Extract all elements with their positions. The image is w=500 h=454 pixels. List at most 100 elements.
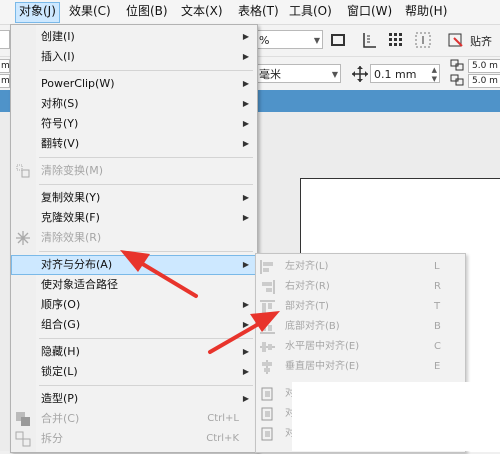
duplicate-x-field[interactable]: 5.0 m bbox=[468, 59, 500, 73]
submenu-arrow-icon: ▶ bbox=[242, 119, 249, 128]
align-right-icon bbox=[260, 280, 275, 294]
overlay-panel bbox=[292, 382, 500, 451]
left-combo[interactable] bbox=[0, 30, 10, 49]
menu-separator bbox=[39, 251, 253, 252]
menu-item-group[interactable]: 组合(G) ▶ bbox=[11, 315, 257, 335]
submenu-arrow-icon: ▶ bbox=[242, 394, 249, 403]
x-field[interactable]: m bbox=[0, 59, 10, 73]
zoom-value: % bbox=[259, 34, 270, 47]
chevron-down-icon: ▼ bbox=[331, 70, 338, 79]
menu-effects[interactable]: 效果(C) bbox=[66, 2, 114, 21]
nudge-icon bbox=[350, 64, 370, 84]
submenu-arrow-icon: ▶ bbox=[242, 260, 249, 269]
menu-item-label: 使对象适合路径 bbox=[41, 278, 118, 291]
submenu-arrow-icon: ▶ bbox=[242, 213, 249, 222]
align-top-icon bbox=[260, 300, 275, 314]
menu-item-shortcut: Ctrl+K bbox=[206, 433, 239, 444]
menu-text[interactable]: 文本(X) bbox=[178, 2, 226, 21]
units-value: 毫米 bbox=[259, 68, 281, 81]
menu-bar: 对象(J) 效果(C) 位图(B) 文本(X) 表格(T) 工具(O) 窗口(W… bbox=[0, 0, 500, 25]
menu-item-order[interactable]: 顺序(O) ▶ bbox=[11, 295, 257, 315]
align-vertical-center-icon bbox=[260, 360, 275, 374]
nudge-distance-field[interactable]: 0.1 mm ▲ ▼ bbox=[370, 64, 440, 83]
menu-item-symbol[interactable]: 符号(Y) ▶ bbox=[11, 114, 257, 134]
grid-icon[interactable] bbox=[386, 30, 406, 50]
submenu-item-align-v-center[interactable]: 垂直居中对齐(E) E bbox=[256, 357, 465, 377]
submenu-arrow-icon: ▶ bbox=[242, 193, 249, 202]
menu-tools[interactable]: 工具(O) bbox=[286, 2, 335, 21]
chevron-down-icon: ▼ bbox=[313, 36, 320, 45]
menu-item-label: 合并(C) bbox=[41, 412, 80, 425]
combine-icon bbox=[15, 411, 31, 427]
menu-window[interactable]: 窗口(W) bbox=[344, 2, 395, 21]
object-menu: 创建(I) ▶ 插入(I) ▶ PowerClip(W) ▶ 对称(S) ▶ 符… bbox=[10, 24, 258, 453]
duplicate-x-value: 5.0 m bbox=[472, 61, 498, 71]
menu-item-label: PowerClip(W) bbox=[41, 77, 115, 90]
distribute-icon bbox=[260, 427, 275, 441]
menu-separator bbox=[39, 157, 253, 158]
menu-item-label: 顺序(O) bbox=[41, 298, 81, 311]
menu-table[interactable]: 表格(T) bbox=[235, 2, 282, 21]
submenu-item-align-h-center[interactable]: 水平居中对齐(E) C bbox=[256, 337, 465, 357]
zoom-combo[interactable]: % ▼ bbox=[255, 30, 323, 49]
menu-item-label: 组合(G) bbox=[41, 318, 81, 331]
distribute-icon bbox=[260, 407, 275, 421]
menu-item-fit-to-path[interactable]: 使对象适合路径 bbox=[11, 275, 257, 295]
submenu-item-align-left[interactable]: 左对齐(L) L bbox=[256, 257, 465, 277]
menu-bitmaps[interactable]: 位图(B) bbox=[123, 2, 171, 21]
menu-item-align-distribute[interactable]: 对齐与分布(A) ▶ bbox=[11, 255, 257, 275]
menu-item-label: 符号(Y) bbox=[41, 117, 79, 130]
clear-transform-icon bbox=[15, 163, 31, 179]
menu-item-label: 拆分 bbox=[41, 432, 63, 445]
menu-separator bbox=[39, 338, 253, 339]
submenu-item-label: 水平居中对齐(E) bbox=[285, 341, 360, 352]
menu-item-label: 创建(I) bbox=[41, 30, 75, 43]
duplicate-y-field[interactable]: 5.0 m bbox=[468, 74, 500, 88]
guidelines-icon[interactable] bbox=[413, 30, 433, 50]
menu-item-symmetry[interactable]: 对称(S) ▶ bbox=[11, 94, 257, 114]
menu-object[interactable]: 对象(J) bbox=[15, 2, 60, 23]
menu-item-shortcut: Ctrl+L bbox=[207, 413, 239, 424]
menu-item-flip[interactable]: 翻转(V) ▶ bbox=[11, 134, 257, 154]
menu-item-lock[interactable]: 锁定(L) ▶ bbox=[11, 362, 257, 382]
menu-item-label: 清除变换(M) bbox=[41, 164, 104, 177]
submenu-item-shortcut: B bbox=[434, 321, 441, 332]
menu-item-clear-effect[interactable]: 清除效果(R) bbox=[11, 228, 257, 248]
menu-item-copy-effect[interactable]: 复制效果(Y) ▶ bbox=[11, 188, 257, 208]
menu-item-combine[interactable]: 合并(C) Ctrl+L bbox=[11, 409, 257, 429]
menu-item-break-apart[interactable]: 拆分 Ctrl+K bbox=[11, 429, 257, 449]
menu-item-label: 隐藏(H) bbox=[41, 345, 80, 358]
menu-item-shaping[interactable]: 造型(P) ▶ bbox=[11, 389, 257, 409]
menu-item-clone-effect[interactable]: 克隆效果(F) ▶ bbox=[11, 208, 257, 228]
submenu-item-label: 部对齐(T) bbox=[285, 301, 329, 312]
x-field-value: m bbox=[1, 61, 10, 71]
submenu-item-align-right[interactable]: 右对齐(R) R bbox=[256, 277, 465, 297]
spinner-icon[interactable]: ▲ ▼ bbox=[432, 66, 437, 84]
distribute-icon bbox=[260, 387, 275, 401]
menu-help[interactable]: 帮助(H) bbox=[402, 2, 450, 21]
fullscreen-icon[interactable] bbox=[328, 30, 348, 50]
y-field-value: m bbox=[1, 76, 10, 86]
duplicate-y-value: 5.0 m bbox=[472, 76, 498, 86]
menu-item-powerclip[interactable]: PowerClip(W) ▶ bbox=[11, 74, 257, 94]
y-field[interactable]: m bbox=[0, 74, 10, 88]
menu-item-hide[interactable]: 隐藏(H) ▶ bbox=[11, 342, 257, 362]
menu-separator bbox=[39, 385, 253, 386]
units-combo[interactable]: 毫米 ▼ bbox=[255, 64, 341, 83]
submenu-item-align-bottom[interactable]: 底部对齐(B) B bbox=[256, 317, 465, 337]
break-apart-icon bbox=[15, 431, 31, 447]
submenu-item-label: 右对齐(R) bbox=[285, 281, 330, 292]
submenu-arrow-icon: ▶ bbox=[242, 32, 249, 41]
menu-item-label: 锁定(L) bbox=[41, 365, 78, 378]
menu-item-clear-transform[interactable]: 清除变换(M) bbox=[11, 161, 257, 181]
submenu-item-shortcut: L bbox=[434, 261, 440, 272]
menu-item-create[interactable]: 创建(I) ▶ bbox=[11, 27, 257, 47]
rulers-icon[interactable] bbox=[360, 30, 380, 50]
menu-item-label: 对齐与分布(A) bbox=[41, 258, 113, 271]
snap-icon[interactable] bbox=[446, 30, 466, 50]
menu-item-insert[interactable]: 插入(I) ▶ bbox=[11, 47, 257, 67]
clear-effect-icon bbox=[15, 230, 31, 246]
submenu-item-shortcut: R bbox=[434, 281, 441, 292]
submenu-item-align-top[interactable]: 部对齐(T) T bbox=[256, 297, 465, 317]
submenu-arrow-icon: ▶ bbox=[242, 99, 249, 108]
